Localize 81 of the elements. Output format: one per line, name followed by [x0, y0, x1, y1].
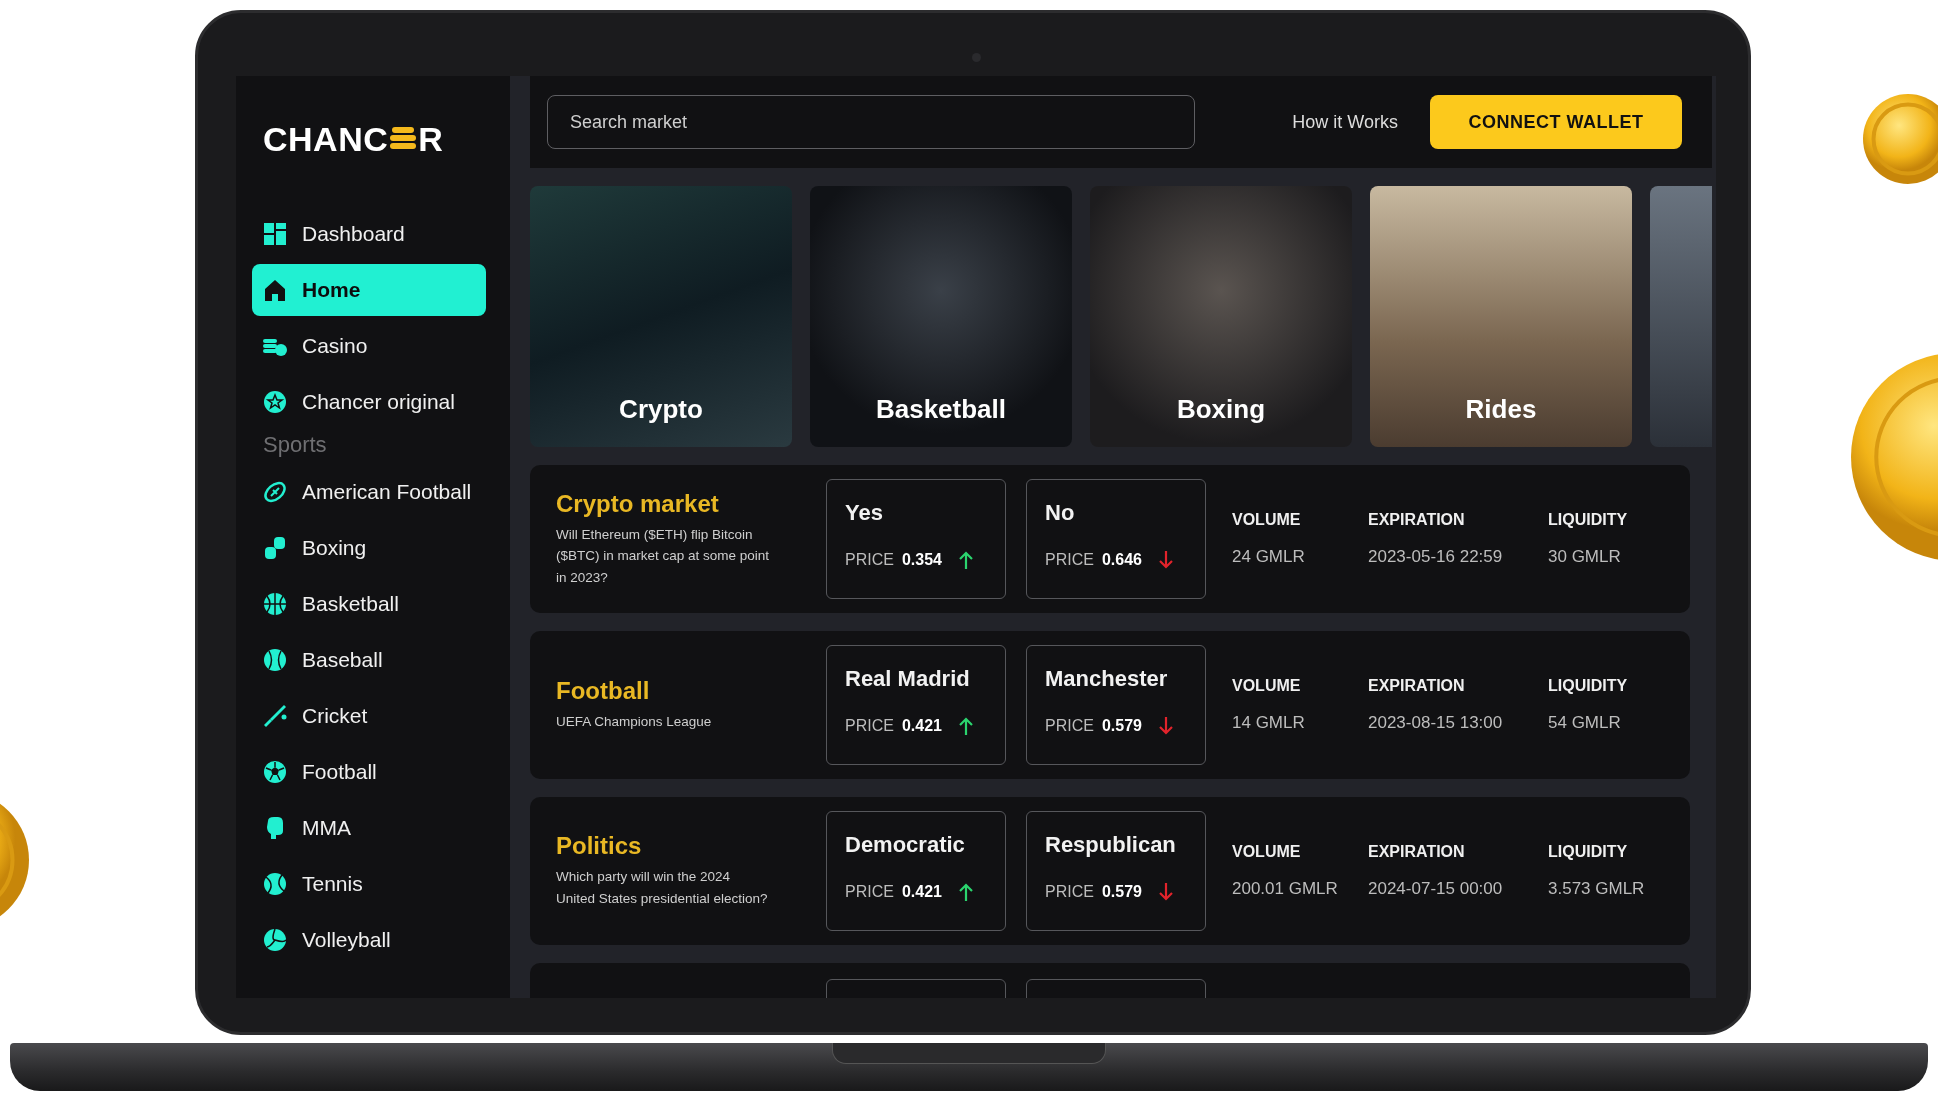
stat-value: 24 GMLR	[1232, 547, 1306, 567]
price-label: PRICE	[845, 883, 894, 901]
stat-value: 3.573 GMLR	[1548, 879, 1646, 899]
market-title: Football	[556, 677, 651, 706]
tennis-ball-icon	[262, 871, 288, 897]
market-description: Will Ethereum ($ETH) flip Bitcoin ($BTC) in market cap at some point in 2023?	[556, 525, 771, 587]
price-value: 0.354	[901, 551, 942, 569]
football-icon	[262, 479, 288, 505]
price-value: 0.579	[1101, 883, 1142, 901]
volleyball-icon	[262, 927, 288, 953]
nav-item[interactable]: MMA	[252, 802, 486, 854]
price-value: 0.421	[901, 883, 942, 901]
nav-item[interactable]: Casino	[252, 320, 486, 372]
soccer-ball-icon	[262, 759, 288, 785]
stat-label: VOLUME	[1232, 677, 1302, 695]
market-title: Politics	[556, 832, 643, 861]
stat-value: 2023-08-15 13:00	[1368, 713, 1504, 733]
search-field[interactable]: Search market	[547, 95, 1195, 149]
stat-value: 30 GMLR	[1548, 547, 1622, 567]
logo: CHANC R	[263, 118, 445, 160]
option-button[interactable]: Manchester PRICE 0.579	[1026, 645, 1206, 765]
stat-label: LIQUIDITY	[1548, 677, 1629, 695]
option-name: Manchester	[1045, 666, 1169, 692]
nav-item[interactable]: Boxing	[252, 522, 486, 574]
nav-item[interactable]: Volleyball	[252, 914, 486, 966]
option-button[interactable]: Real Madrid PRICE 0.421	[826, 645, 1006, 765]
stat-label: VOLUME	[1232, 511, 1302, 529]
stat-label: LIQUIDITY	[1548, 511, 1629, 529]
option-name: No	[1045, 500, 1076, 526]
option-button[interactable]: Respublican PRICE 0.579	[1026, 811, 1206, 931]
nav-item[interactable]: Dashboard	[252, 208, 486, 260]
market-description: UEFA Champions League	[556, 713, 713, 732]
nav-item[interactable]: Home	[252, 264, 486, 316]
stat-label: EXPIRATION	[1368, 677, 1466, 695]
price-label: PRICE	[845, 717, 894, 735]
stat-value: 14 GMLR	[1232, 713, 1306, 733]
option-name: Yes	[845, 500, 884, 526]
category-tile[interactable]: Boxing	[1090, 186, 1352, 447]
price-label: PRICE	[1045, 717, 1094, 735]
option-name: Real Madrid	[845, 666, 971, 692]
stat-label: EXPIRATION	[1368, 511, 1466, 529]
stat-value: 2023-05-16 22:59	[1368, 547, 1504, 567]
nav-item[interactable]: Tennis	[252, 858, 486, 910]
baseball-icon	[262, 647, 288, 673]
nav-item[interactable]: Football	[252, 746, 486, 798]
nav-item[interactable]: American Football	[252, 466, 486, 518]
market-title: Crypto market	[556, 489, 720, 518]
price-label: PRICE	[845, 551, 894, 569]
how-it-works-link[interactable]: How it Works	[1292, 111, 1398, 133]
market-description: Which party will win the 2024 United States presidential election?	[556, 868, 769, 908]
category-tile[interactable]: Crypto	[530, 186, 792, 447]
section-heading: Sports	[263, 432, 328, 458]
stat-value: 200.01 GMLR	[1232, 879, 1339, 899]
stat-label: EXPIRATION	[1368, 843, 1466, 861]
basketball-icon	[262, 591, 288, 617]
nav-item[interactable]: Baseball	[252, 634, 486, 686]
cricket-bat-icon	[262, 703, 288, 729]
nav-item[interactable]: Chancer original	[252, 376, 486, 428]
option-button[interactable]: Democratic PRICE 0.421	[826, 811, 1006, 931]
nav-item[interactable]: Cricket	[252, 690, 486, 742]
price-value: 0.646	[1101, 551, 1142, 569]
price-label: PRICE	[1045, 551, 1094, 569]
option-name: Respublican	[1045, 832, 1177, 858]
price-value: 0.579	[1101, 717, 1142, 735]
stat-value: 2024-07-15 00:00	[1368, 879, 1504, 899]
option-button[interactable]: Yes PRICE 0.354	[826, 479, 1006, 599]
nav-item[interactable]: Basketball	[252, 578, 486, 630]
stat-value: 54 GMLR	[1548, 713, 1622, 733]
option-button[interactable]: No PRICE 0.646	[1026, 479, 1206, 599]
home-icon	[262, 277, 288, 303]
boxing-gloves-icon	[262, 535, 288, 561]
star-badge-icon	[262, 389, 288, 415]
price-value: 0.421	[901, 717, 942, 735]
stat-label: LIQUIDITY	[1548, 843, 1629, 861]
option-name: Democratic	[845, 832, 966, 858]
connect-wallet-button[interactable]: CONNECT WALLET	[1430, 95, 1682, 149]
category-tile[interactable]: Rides	[1370, 186, 1632, 447]
category-tile[interactable]: Basketball	[810, 186, 1072, 447]
stat-label: VOLUME	[1232, 843, 1302, 861]
dashboard-icon	[262, 221, 288, 247]
price-label: PRICE	[1045, 883, 1094, 901]
